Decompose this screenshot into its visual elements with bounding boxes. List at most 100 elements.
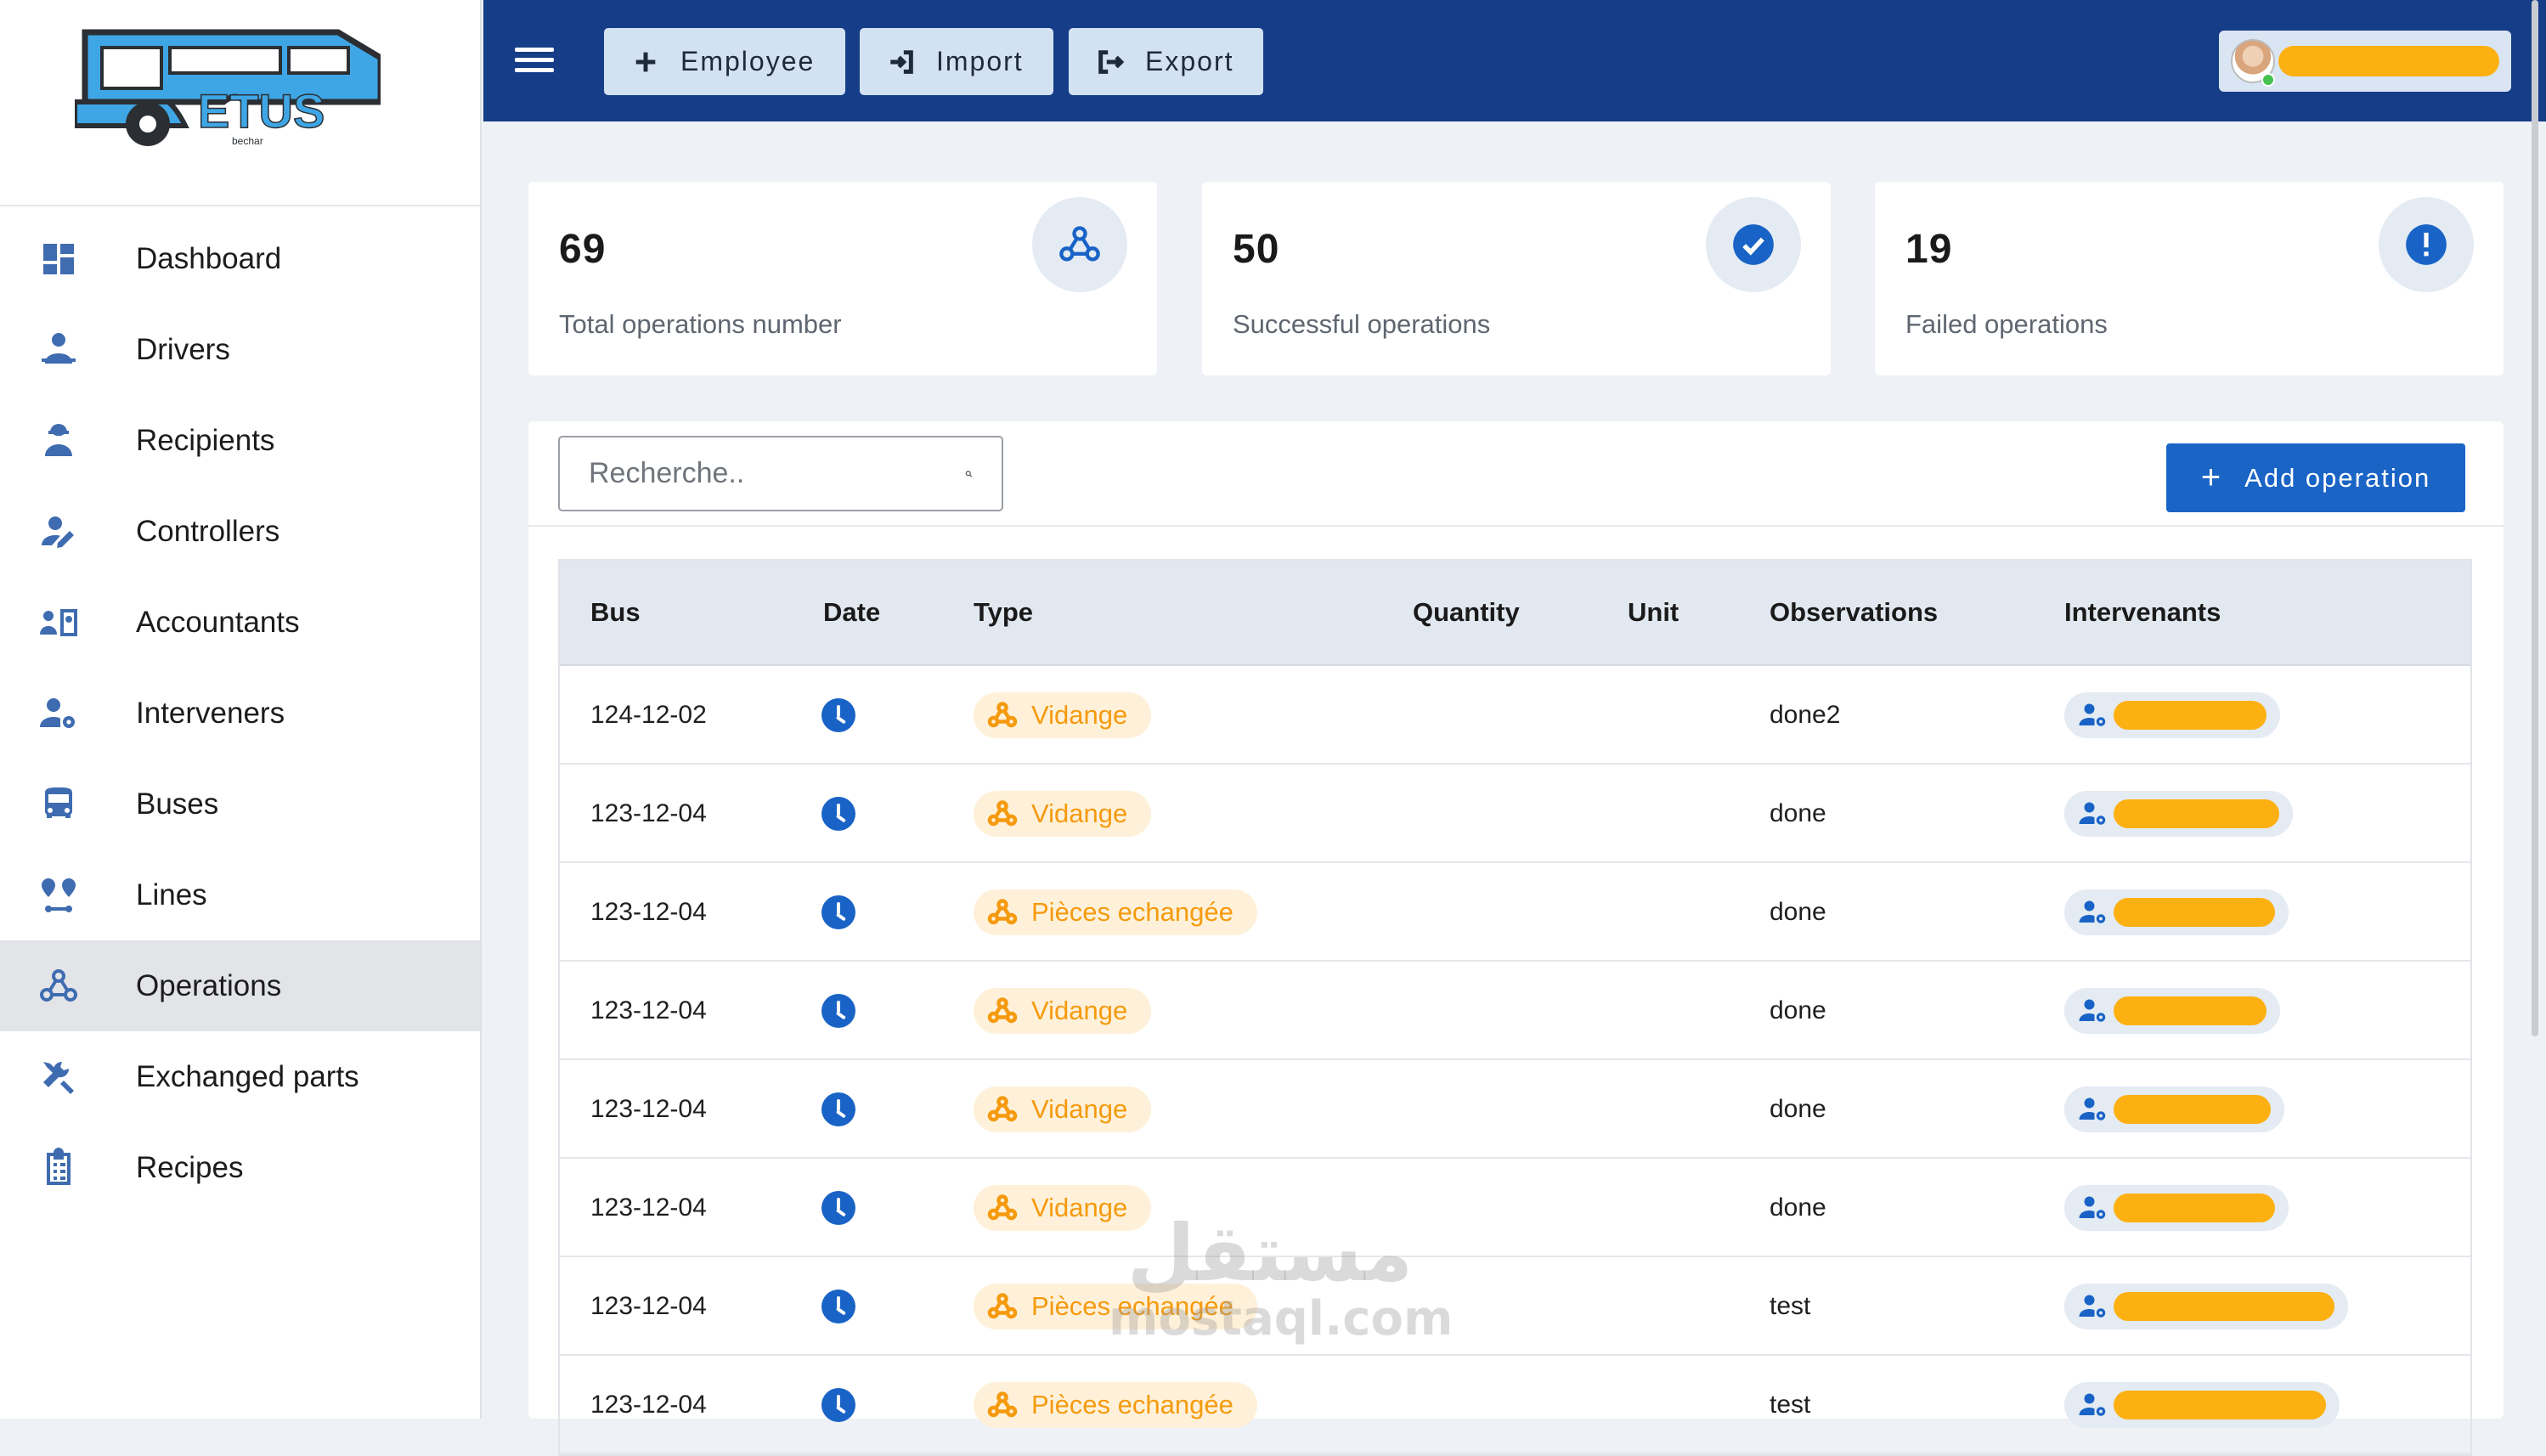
- logo-text: ETUS: [198, 84, 325, 138]
- search-input[interactable]: [589, 457, 965, 490]
- column-header-observations[interactable]: Observations: [1770, 597, 1938, 628]
- sidebar-item-recipes[interactable]: Recipes: [0, 1122, 480, 1213]
- clock-icon[interactable]: [821, 895, 855, 929]
- clock-icon[interactable]: [821, 994, 855, 1028]
- clock-icon[interactable]: [821, 698, 855, 732]
- cell-bus: 123-12-04: [590, 799, 707, 827]
- intervenant-chip[interactable]: [2064, 889, 2289, 935]
- table-row[interactable]: 123-12-04 Vidange done: [560, 962, 2470, 1060]
- webhook-icon: [987, 899, 1018, 925]
- webhook-icon: [987, 702, 1018, 728]
- cell-type: Vidange: [974, 666, 1152, 765]
- clock-icon[interactable]: [821, 1092, 855, 1126]
- cell-observations: done: [1770, 799, 1826, 827]
- table-row[interactable]: 123-12-04 Pièces echangée done: [560, 863, 2470, 962]
- clock-icon[interactable]: [821, 797, 855, 831]
- intervenant-chip[interactable]: [2064, 692, 2280, 738]
- sidebar-item-operations[interactable]: Operations: [0, 940, 480, 1031]
- table-row[interactable]: 124-12-02 Vidange done2: [560, 666, 2470, 765]
- cell-intervenants: [2064, 1060, 2284, 1159]
- clock-icon[interactable]: [821, 1388, 855, 1422]
- add-operation-button[interactable]: + Add operation: [2166, 443, 2465, 512]
- sidebar-item-interveners[interactable]: Interveners: [0, 668, 480, 759]
- cell-bus: 123-12-04: [590, 1391, 707, 1419]
- table-row[interactable]: 123-12-04 Pièces echangée test: [560, 1356, 2470, 1454]
- clock-icon[interactable]: [821, 1191, 855, 1225]
- cell-bus: 124-12-02: [590, 701, 707, 729]
- user-menu[interactable]: [2219, 31, 2511, 92]
- sidebar-item-exchanged-parts[interactable]: Exchanged parts: [0, 1031, 480, 1122]
- intervenant-chip[interactable]: [2064, 1284, 2348, 1329]
- column-header-quantity[interactable]: Quantity: [1413, 597, 1520, 628]
- cell-date[interactable]: [821, 666, 855, 765]
- redacted-intervenant-name: [2114, 1194, 2275, 1222]
- column-header-unit[interactable]: Unit: [1628, 597, 1679, 628]
- type-chip: Vidange: [974, 791, 1152, 837]
- intervenant-chip[interactable]: [2064, 791, 2293, 837]
- stat-label: Successful operations: [1233, 309, 1491, 339]
- search-icon[interactable]: [965, 456, 973, 492]
- webhook-icon: [987, 800, 1018, 827]
- clock-icon[interactable]: [821, 1290, 855, 1323]
- id-card-icon: [0, 602, 136, 643]
- cell-date[interactable]: [821, 1257, 855, 1356]
- page-scrollbar[interactable]: [2532, 0, 2538, 1036]
- cell-observations: done: [1770, 1194, 1826, 1222]
- table-row[interactable]: 123-12-04 Vidange done: [560, 765, 2470, 863]
- cell-intervenants: [2064, 1356, 2340, 1454]
- sidebar-item-accountants[interactable]: Accountants: [0, 577, 480, 668]
- redacted-intervenant-name: [2114, 799, 2279, 828]
- column-header-intervenants[interactable]: Intervenants: [2064, 597, 2221, 628]
- sidebar-item-label: Drivers: [136, 332, 230, 366]
- sidebar-item-lines[interactable]: Lines: [0, 849, 480, 940]
- cell-type: Pièces echangée: [974, 1356, 1257, 1454]
- webhook-icon: [0, 966, 136, 1007]
- clipboard-icon: [0, 1147, 136, 1188]
- import-button[interactable]: Import: [860, 28, 1053, 95]
- redacted-intervenant-name: [2114, 1391, 2326, 1419]
- export-label: Export: [1145, 46, 1234, 76]
- cell-date[interactable]: [821, 1356, 855, 1454]
- operations-table: Bus Date Type Quantity Unit Observations…: [558, 559, 2472, 1456]
- cell-intervenants: [2064, 1159, 2289, 1257]
- table-row[interactable]: 123-12-04 Pièces echangée test: [560, 1257, 2470, 1356]
- etus-bus-logo[interactable]: ETUS bechar: [75, 24, 381, 168]
- sidebar-item-label: Buses: [136, 787, 219, 821]
- column-header-date[interactable]: Date: [823, 597, 880, 628]
- add-employee-button[interactable]: Employee: [604, 28, 845, 95]
- column-header-bus[interactable]: Bus: [590, 597, 641, 628]
- sidebar-item-dashboard[interactable]: Dashboard: [0, 213, 480, 304]
- sidebar-item-drivers[interactable]: Drivers: [0, 304, 480, 395]
- cell-date[interactable]: [821, 962, 855, 1060]
- stat-card-success: 50 Successful operations: [1202, 182, 1831, 375]
- intervenant-chip[interactable]: [2064, 1382, 2340, 1428]
- column-header-type[interactable]: Type: [974, 597, 1033, 628]
- cell-intervenants: [2064, 863, 2289, 962]
- sidebar-item-buses[interactable]: Buses: [0, 759, 480, 849]
- table-row[interactable]: 123-12-04 Vidange done: [560, 1060, 2470, 1159]
- panel-header: + Add operation: [528, 421, 2504, 527]
- user-gear-icon: [2079, 802, 2106, 825]
- table-row[interactable]: 123-12-04 Vidange done: [560, 1159, 2470, 1257]
- export-button[interactable]: Export: [1069, 28, 1263, 95]
- cell-bus: 123-12-04: [590, 898, 707, 926]
- cell-type: Vidange: [974, 1060, 1152, 1159]
- user-gear-icon: [2079, 703, 2106, 726]
- cell-date[interactable]: [821, 1159, 855, 1257]
- stat-label: Total operations number: [559, 309, 842, 339]
- cell-date[interactable]: [821, 1060, 855, 1159]
- cell-observations: done2: [1770, 701, 1841, 729]
- intervenant-chip[interactable]: [2064, 1185, 2289, 1231]
- logo-area: ETUS bechar: [0, 0, 480, 206]
- user-edit-icon: [0, 511, 136, 552]
- sidebar-item-controllers[interactable]: Controllers: [0, 486, 480, 577]
- sidebar-item-recipients[interactable]: Recipients: [0, 395, 480, 486]
- intervenant-chip[interactable]: [2064, 988, 2280, 1034]
- user-gear-icon: [2079, 999, 2106, 1022]
- webhook-icon: [1032, 197, 1127, 292]
- cell-date[interactable]: [821, 765, 855, 863]
- redacted-intervenant-name: [2114, 996, 2267, 1025]
- hamburger-menu-icon[interactable]: [515, 42, 554, 82]
- cell-date[interactable]: [821, 863, 855, 962]
- intervenant-chip[interactable]: [2064, 1086, 2284, 1132]
